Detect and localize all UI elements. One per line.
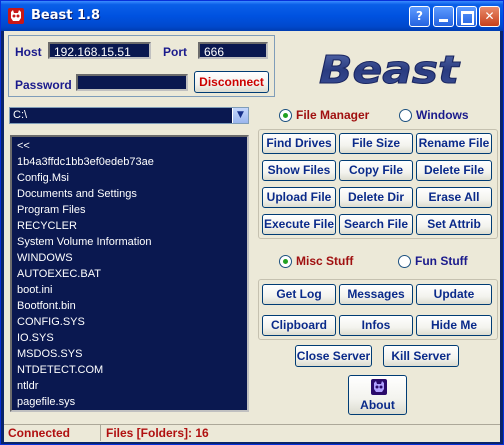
status-bar: Connected Files [Folders]: 16 [4, 424, 500, 442]
chevron-down-icon[interactable]: ▼ [232, 108, 248, 123]
list-item[interactable]: pagefile.sys [17, 396, 75, 408]
maximize-button[interactable] [456, 6, 477, 27]
list-item[interactable]: System Volume Information [17, 236, 152, 248]
set-attrib-button[interactable]: Set Attrib [416, 214, 492, 235]
host-input[interactable]: 192.168.15.51 [48, 42, 151, 59]
erase-all-button[interactable]: Erase All [416, 187, 492, 208]
connection-panel: Host 192.168.15.51 Port 666 Password Dis… [8, 35, 275, 97]
file-list[interactable]: << 1b4a3ffdc1bb3ef0edeb73ae Config.Msi D… [10, 135, 249, 412]
file-size-button[interactable]: File Size [339, 133, 413, 154]
windows-radio[interactable] [399, 109, 412, 122]
list-item[interactable]: WINDOWS [17, 252, 73, 264]
infos-button[interactable]: Infos [339, 315, 413, 336]
list-item[interactable]: NTDETECT.COM [17, 364, 103, 376]
radio-selected-dot [283, 259, 288, 264]
maximize-icon [461, 11, 474, 25]
execute-file-button[interactable]: Execute File [262, 214, 336, 235]
status-segment-connection: Connected [4, 425, 101, 441]
get-log-button[interactable]: Get Log [262, 284, 336, 305]
close-server-button[interactable]: Close Server [295, 345, 372, 367]
path-dropdown[interactable]: C:\ ▼ [9, 107, 249, 124]
fun-stuff-radio[interactable] [398, 255, 411, 268]
files-count-status: Files [Folders]: 16 [106, 426, 209, 440]
app-window: Beast 1.8 ? ✕ Host 192.168.15.51 Port 66… [0, 0, 504, 445]
list-item[interactable]: IO.SYS [17, 332, 54, 344]
title-bar[interactable]: Beast 1.8 ? ✕ [1, 1, 503, 31]
about-label: About [360, 398, 395, 412]
beast-skull-icon [371, 379, 387, 395]
messages-button[interactable]: Messages [339, 284, 413, 305]
list-item[interactable]: Documents and Settings [17, 188, 137, 200]
show-files-button[interactable]: Show Files [262, 160, 336, 181]
password-input[interactable] [76, 74, 188, 91]
rename-file-button[interactable]: Rename File [416, 133, 492, 154]
beast-skull-icon [8, 8, 24, 24]
file-manager-label[interactable]: File Manager [296, 108, 369, 122]
logo-text: Beast [319, 49, 461, 89]
list-item[interactable]: << [17, 140, 30, 152]
misc-stuff-label[interactable]: Misc Stuff [296, 254, 353, 268]
close-button[interactable]: ✕ [479, 6, 500, 27]
fun-stuff-label[interactable]: Fun Stuff [415, 254, 468, 268]
port-input[interactable]: 666 [198, 42, 268, 59]
copy-file-button[interactable]: Copy File [339, 160, 413, 181]
close-icon: ✕ [484, 9, 495, 23]
windows-label[interactable]: Windows [416, 108, 469, 122]
connection-status: Connected [8, 426, 71, 440]
path-value: C:\ [13, 109, 28, 121]
password-label: Password [15, 78, 72, 92]
client-area: Host 192.168.15.51 Port 666 Password Dis… [4, 31, 500, 442]
hide-me-button[interactable]: Hide Me [416, 315, 492, 336]
file-manager-radio[interactable] [279, 109, 292, 122]
list-item[interactable]: ntldr [17, 380, 38, 392]
port-label: Port [163, 45, 187, 59]
delete-dir-button[interactable]: Delete Dir [339, 187, 413, 208]
list-item[interactable]: RECYCLER [17, 220, 77, 232]
list-item[interactable]: AUTOEXEC.BAT [17, 268, 101, 280]
list-item[interactable]: Bootfont.bin [17, 300, 76, 312]
list-item[interactable]: CONFIG.SYS [17, 316, 85, 328]
search-file-button[interactable]: Search File [339, 214, 413, 235]
about-button[interactable]: About [348, 375, 407, 415]
delete-file-button[interactable]: Delete File [416, 160, 492, 181]
minimize-button[interactable] [433, 6, 454, 27]
misc-stuff-radio[interactable] [279, 255, 292, 268]
radio-selected-dot [283, 113, 288, 118]
update-button[interactable]: Update [416, 284, 492, 305]
upload-file-button[interactable]: Upload File [262, 187, 336, 208]
minimize-icon [439, 19, 448, 22]
status-segment-files: Files [Folders]: 16 [101, 425, 499, 441]
list-item[interactable]: MSDOS.SYS [17, 348, 82, 360]
find-drives-button[interactable]: Find Drives [262, 133, 336, 154]
list-item[interactable]: 1b4a3ffdc1bb3ef0edeb73ae [17, 156, 154, 168]
list-item[interactable]: Program Files [17, 204, 85, 216]
help-button[interactable]: ? [409, 6, 430, 27]
beast-logo: Beast [319, 49, 462, 89]
clipboard-button[interactable]: Clipboard [262, 315, 336, 336]
host-label: Host [15, 45, 42, 59]
window-title: Beast 1.8 [31, 8, 101, 23]
list-item[interactable]: Config.Msi [17, 172, 69, 184]
disconnect-button[interactable]: Disconnect [194, 71, 269, 93]
list-item[interactable]: boot.ini [17, 284, 52, 296]
kill-server-button[interactable]: Kill Server [383, 345, 459, 367]
